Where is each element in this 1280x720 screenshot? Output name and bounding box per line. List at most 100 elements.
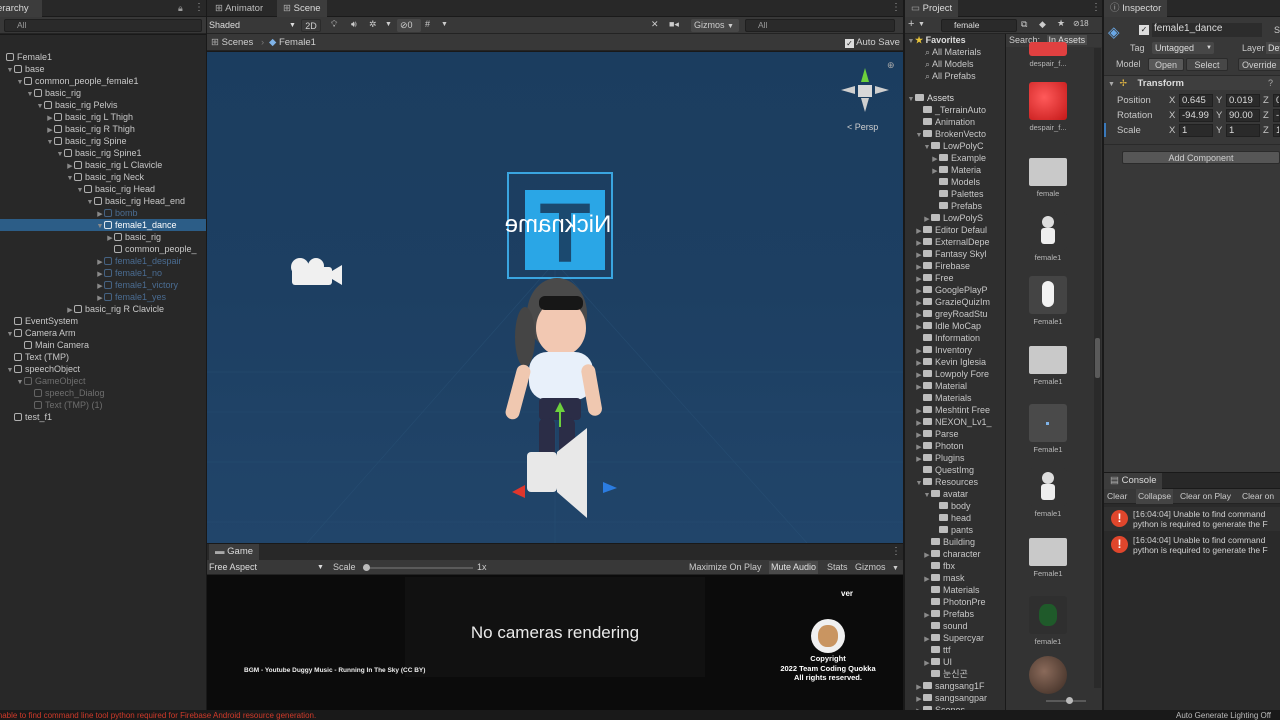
game-gizmos-dropdown[interactable]: Gizmos ▼	[855, 561, 899, 574]
favorite-item[interactable]: ⌕ All Materials	[925, 46, 981, 58]
favorite-item[interactable]: ⌕ All Prefabs	[925, 70, 976, 82]
favorites-header[interactable]: ▼★ Favorites	[907, 34, 966, 46]
project-folder[interactable]: pants	[931, 524, 1005, 536]
asset-item[interactable]: despair_f...	[1023, 82, 1073, 132]
project-folder[interactable]: ttf	[923, 644, 1005, 656]
hierarchy-item[interactable]: ▼ basic_rig Pelvis	[0, 99, 206, 111]
expand-arrow-icon[interactable]: ▶	[915, 310, 923, 320]
project-folder[interactable]: ▶ sangsang1F	[915, 680, 1005, 692]
scene-viewport[interactable]: T Nickname < Persp ⊕	[207, 52, 903, 543]
project-folder[interactable]: ▶ ExternalDepe	[915, 236, 1005, 248]
project-folder[interactable]: ▶ greyRoadStu	[915, 308, 1005, 320]
tab-game[interactable]: ▬ Game	[209, 544, 260, 560]
auto-save-toggle[interactable]: ✓ Auto Save	[845, 34, 900, 51]
expand-arrow-icon[interactable]: ▶	[923, 610, 931, 620]
project-folder[interactable]: Materials	[923, 584, 1005, 596]
project-search-input[interactable]: female	[941, 19, 1017, 32]
hierarchy-item[interactable]: EventSystem	[0, 315, 206, 327]
hierarchy-item[interactable]: ▼ basic_rig Neck	[0, 171, 206, 183]
clear-on-play-button[interactable]: Clear on Play	[1180, 489, 1231, 504]
shading-mode-dropdown[interactable]: Shaded ▼	[209, 19, 299, 32]
expand-arrow-icon[interactable]: ▶	[923, 634, 931, 644]
more-menu-icon[interactable]: ⋮	[194, 2, 204, 13]
more-menu-icon[interactable]: ⋮	[1091, 2, 1101, 13]
project-folder[interactable]: ▶ character	[923, 548, 1005, 560]
hierarchy-item[interactable]: ▼ basic_rig Spine	[0, 135, 206, 147]
expand-arrow-icon[interactable]: ▶	[915, 322, 923, 332]
static-label[interactable]: S	[1274, 25, 1280, 35]
project-folder[interactable]: PhotonPre	[923, 596, 1005, 608]
project-folder[interactable]: ▶ NEXON_Lv1_	[915, 416, 1005, 428]
scene-search-input[interactable]: All	[745, 19, 895, 32]
hidden-packages-icon[interactable]: ⊘18	[1073, 19, 1089, 28]
asset-item[interactable]: Female1	[1023, 532, 1073, 578]
clear-button[interactable]: Clear	[1107, 489, 1127, 504]
favorite-item[interactable]: ⌕ All Models	[925, 58, 974, 70]
project-folder[interactable]: sound	[923, 620, 1005, 632]
scale-x-field[interactable]: 1	[1179, 124, 1213, 137]
effects-icon[interactable]: ✲	[369, 19, 377, 30]
expand-arrow-icon[interactable]: ▶	[915, 382, 923, 392]
mute-audio-toggle[interactable]: Mute Audio	[769, 561, 819, 574]
console-message[interactable]: ! [16:04:04] Unable to find command pyth…	[1104, 533, 1280, 557]
project-folder[interactable]: ▶ Photon	[915, 440, 1005, 452]
scale-slider[interactable]	[363, 564, 473, 571]
rotation-y-field[interactable]: 90.00	[1226, 109, 1260, 122]
tab-console[interactable]: ▤ Console	[1104, 473, 1163, 489]
project-folder[interactable]: Information	[915, 332, 1005, 344]
hierarchy-item[interactable]: ▶ basic_rig L Thigh	[0, 111, 206, 123]
position-x-field[interactable]: 0.645	[1179, 94, 1213, 107]
chevron-down-icon[interactable]: ▼	[385, 21, 392, 28]
hierarchy-item[interactable]: ▼ basic_rig Head	[0, 183, 206, 195]
expand-arrow-icon[interactable]: ▼	[915, 478, 923, 488]
pin-icon[interactable]: ⊕	[887, 60, 895, 71]
project-folder[interactable]: ▶ Example	[931, 152, 1005, 164]
hierarchy-item[interactable]: ▶ female1_no	[0, 267, 206, 279]
project-folder[interactable]: head	[931, 512, 1005, 524]
project-folder[interactable]: ▼ Resources	[915, 476, 1005, 488]
asset-item[interactable]: female	[1023, 152, 1073, 198]
project-folder[interactable]: _TerrainAuto	[915, 104, 1005, 116]
grid-icon[interactable]: #	[425, 19, 430, 29]
hierarchy-item[interactable]: ▶ basic_rig R Clavicle	[0, 303, 206, 315]
rotation-x-field[interactable]: -94.99	[1179, 109, 1213, 122]
hierarchy-item[interactable]: ▶ basic_rig	[0, 231, 206, 243]
project-folder[interactable]: Prefabs	[931, 200, 1005, 212]
add-component-button[interactable]: Add Component	[1122, 151, 1280, 164]
project-folder[interactable]: ▶ Free	[915, 272, 1005, 284]
assets-header[interactable]: ▼ Assets	[907, 92, 954, 104]
maximize-on-play-toggle[interactable]: Maximize On Play	[689, 561, 762, 574]
status-right-text[interactable]: Auto Generate Lighting Off	[1176, 710, 1271, 720]
project-folder[interactable]: ▶ Lowpoly Fore	[915, 368, 1005, 380]
expand-arrow-icon[interactable]: ▶	[915, 418, 923, 428]
expand-arrow-icon[interactable]: ▶	[915, 238, 923, 248]
favorite-star-icon[interactable]: ★	[1057, 18, 1065, 29]
project-folder[interactable]: ▶ Inventory	[915, 344, 1005, 356]
tools-icon[interactable]: ✕	[651, 19, 659, 30]
expand-arrow-icon[interactable]: ▶	[915, 682, 923, 692]
expand-arrow-icon[interactable]: ▶	[923, 214, 931, 224]
hierarchy-item[interactable]: ▶ basic_rig L Clavicle	[0, 159, 206, 171]
tab-animator[interactable]: ⊞ Animator	[209, 0, 269, 17]
asset-item[interactable]: female1	[1023, 596, 1073, 646]
hidden-objects-toggle[interactable]: ⊘0	[397, 19, 421, 32]
expand-arrow-icon[interactable]: ▶	[915, 430, 923, 440]
expand-arrow-icon[interactable]: ▶	[915, 250, 923, 260]
breadcrumb-scenes[interactable]: ⊞ Scenes	[211, 34, 253, 51]
project-folder[interactable]: ▼ BrokenVecto	[915, 128, 1005, 140]
project-folder[interactable]: Animation	[915, 116, 1005, 128]
more-menu-icon[interactable]: ⋮	[891, 546, 901, 557]
position-z-field[interactable]: 0	[1273, 94, 1280, 107]
expand-arrow-icon[interactable]: ▼	[915, 130, 923, 140]
console-message[interactable]: ! [16:04:04] Unable to find command pyth…	[1104, 507, 1280, 531]
orientation-gizmo[interactable]	[841, 68, 889, 112]
project-folder[interactable]: ▶ Materia	[931, 164, 1005, 176]
hierarchy-item[interactable]: ▶ female1_yes	[0, 291, 206, 303]
project-folder[interactable]: ▶ Parse	[915, 428, 1005, 440]
2d-toggle[interactable]: 2D	[301, 19, 321, 32]
assets-scrollbar-thumb[interactable]	[1095, 338, 1100, 378]
stats-toggle[interactable]: Stats	[827, 561, 848, 574]
hierarchy-item[interactable]: ▶ female1_despair	[0, 255, 206, 267]
chevron-down-icon[interactable]: ▼	[441, 21, 448, 28]
hierarchy-item[interactable]: ▼ basic_rig Head_end	[0, 195, 206, 207]
